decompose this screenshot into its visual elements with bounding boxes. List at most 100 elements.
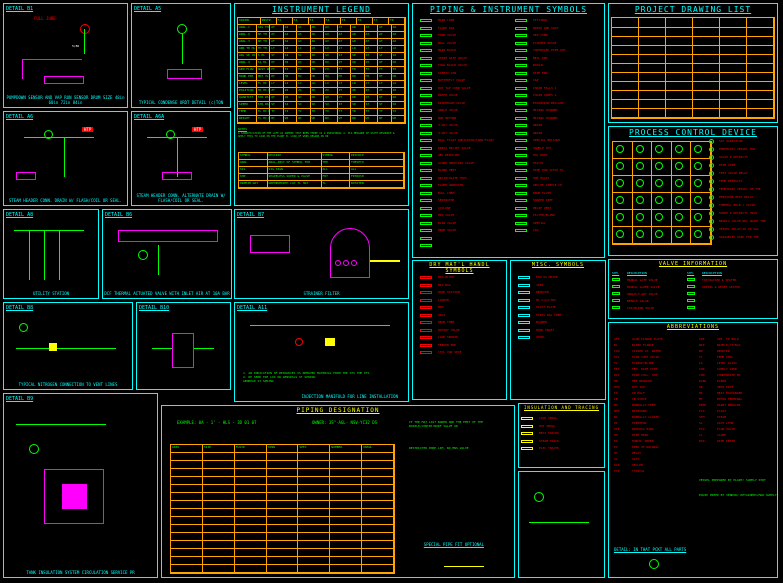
- pcd-row: [613, 227, 711, 244]
- insul-col: COLD INSUL.HOT INSUL.HEAT TRACEDSTEAM TR…: [539, 416, 559, 454]
- detail-a6-label: DETAIL A6: [6, 114, 33, 120]
- lh6: T5: [341, 18, 357, 24]
- symbol-row: SAFETY VAN: [438, 71, 508, 79]
- pdh0: [612, 18, 639, 27]
- symbol-row: DIAPHRAGM VALVE: [438, 101, 508, 109]
- b9-c: [29, 444, 39, 454]
- misc-symbols-header: MISC. SYMBOLS: [511, 261, 605, 269]
- symbol-row: MIXING CHANNEL: [533, 108, 603, 116]
- pdl-row: [612, 73, 774, 82]
- symbol-row: FOAM VALVE: [438, 33, 508, 41]
- panel-insulation: INSULATION AND TRACING COLD INSUL.HOT IN…: [518, 403, 605, 468]
- detail-a11-label: DETAIL A11: [237, 305, 267, 311]
- symbol-row: DRUM VALVE: [438, 228, 508, 236]
- pdc2: FLUID: [235, 445, 267, 452]
- panel-abbreviations: ABBREVIATIONS AFPALUM FLANGE PLATEBLBLIN…: [608, 322, 778, 578]
- pdc3: CONN: [267, 445, 299, 452]
- detail-b9-label: DETAIL B9: [6, 396, 33, 402]
- symbol-row: BOSSIL: [533, 63, 603, 71]
- pdl-row: [612, 64, 774, 73]
- a6a-caption: STEAM HEADER CONN. ALTERNATE DRAIN W/ FL…: [132, 193, 230, 203]
- panel-detail-b1: DETAIL B1 FULL JUBE 5/86 PUMPDOWN SENSOR…: [3, 3, 128, 108]
- symbol-row: FEEDER END: [438, 343, 461, 351]
- a8-caption: UTILITY STATION: [4, 291, 98, 296]
- symbol-row: HEAT TRACED: [539, 431, 559, 439]
- b9-h: [16, 424, 106, 425]
- a6a-block: [162, 172, 192, 180]
- symbol-row: BELL END: [533, 56, 603, 64]
- legend2-row: SIGSIG-SIGNALLALL: [239, 167, 404, 174]
- b1-full-jube: FULL JUBE: [34, 16, 56, 21]
- symbol-row: PILOT PLATE: [536, 305, 561, 313]
- legend-notes-label: NOTES: [238, 127, 247, 131]
- b7-box: [250, 235, 290, 253]
- pd-row: [171, 509, 394, 517]
- symbol-row: FITTINGS: [533, 18, 603, 26]
- symbol-row: REAR TUBE: [438, 320, 461, 328]
- pcd-desc: SHAPE & RETRACTS HIGH: [719, 211, 775, 219]
- a11-main: [250, 325, 390, 326]
- a6-drop: [64, 137, 65, 177]
- b6-caption: DCF THERMAL ACTUATED VALVE WITH INLET AI…: [103, 291, 231, 296]
- pd-row: [171, 565, 394, 573]
- b1-pump-body: [22, 59, 82, 60]
- a5-stem: [182, 34, 183, 64]
- pd-row: [171, 541, 394, 549]
- lt2h3: DESCRIP: [350, 153, 404, 159]
- symbol-row: CONTROLED PIPE OUT: [533, 48, 603, 56]
- panel-detail-a6: DETAIL A6 HTP STEAM HEADER CONN. DRAIN W…: [3, 111, 128, 206]
- pcd-desc: VALVE & RETRACTS: [719, 155, 775, 163]
- symbol-row: PSV/PL: [533, 161, 603, 169]
- a6-htp: HTP: [82, 127, 93, 132]
- lh5: T4: [325, 18, 341, 24]
- panel-project-drawing: PROJECT DRAWING LIST: [608, 3, 778, 123]
- symbol-row: BIG BAG: [438, 283, 461, 291]
- b7-caption: STRAINER FILTER: [235, 291, 408, 296]
- pdh3: [693, 18, 720, 27]
- lh9: T8: [389, 18, 405, 24]
- fill-circ: [534, 492, 544, 502]
- symbol-row: FLAME ARRESTOR: [438, 183, 508, 191]
- detail-a5-label: DETAIL A5: [134, 6, 161, 12]
- symbol-row: KNIFE VALVE: [438, 93, 508, 101]
- pcd-row: [613, 210, 711, 227]
- symbol-row: NON RETURN: [438, 116, 508, 124]
- piping-symbols-header: PIPING & INSTRUMENT SYMBOLS: [413, 4, 604, 15]
- symbol-row: HOSE STATION: [438, 290, 461, 298]
- pdc1: SIZE: [203, 445, 235, 452]
- insulation-header: INSULATION AND TRACING: [519, 404, 604, 411]
- piping-col1: MAIN LINEFLARE GASFOAM VALVEBALL VALVEMA…: [438, 18, 508, 251]
- symbol-row: BIN: [438, 305, 461, 313]
- pdl-row: [612, 91, 774, 100]
- b1-pump-v: [22, 59, 23, 79]
- dry-col: BIN BLOCKBIG BAGHOSE STATIONLOADERBINSIL…: [438, 275, 461, 358]
- symbol-row: BIN BLOCK: [438, 275, 461, 283]
- pd-row: [171, 525, 394, 533]
- pd-flow: SPECIAL PIPE FIT OPTIONAL: [424, 542, 484, 547]
- legend-row: ANAL-2SH THATAIACAKAVATARATATAX: [238, 32, 405, 39]
- lh3: T2: [293, 18, 309, 24]
- legend2-row: ANALANAL-INST OF SYMBOL FORTHETHESETO: [239, 160, 404, 167]
- legend-row: ANAL-3SH THATAIACAKAVATARATATAX: [238, 39, 405, 46]
- detail-a8-label: DETAIL A8: [6, 212, 33, 218]
- b9-core: [62, 484, 87, 509]
- symbol-row: HOT TAP CONN VALVE: [438, 86, 508, 94]
- pcd-table: [612, 141, 712, 245]
- pd-row: [171, 461, 394, 469]
- legend-row: ANR TH HLTH THLTLILCLKLVLTLRLTLTLX: [238, 46, 405, 53]
- legend-row: QUANTITYSTR RSQTQIQCQKQVQTQRQTQTQX: [238, 95, 405, 102]
- pcd-row: [613, 159, 711, 176]
- symbol-row: MC Conn/TRS: [536, 298, 561, 306]
- b8-h: [16, 348, 116, 349]
- a8-h1: [14, 230, 84, 231]
- symbol-row: SEP CONN: [533, 33, 603, 41]
- pcd-desc: TEMP RETRACTS: [719, 179, 775, 187]
- vi-c2: DESCRIPTION: [627, 271, 687, 275]
- symbol-row: HOT INSUL.: [539, 424, 559, 432]
- b6-sym: [138, 250, 148, 260]
- abbr-row: PIPPIPE DEPTH: [699, 439, 777, 445]
- lh8: T7: [373, 18, 389, 24]
- symbol-row: MIXING CHANNEL: [533, 116, 603, 124]
- pdc6: INSUL: [362, 445, 394, 452]
- panel-piping-symbols: PIPING & INSTRUMENT SYMBOLS MAIN LINEFLA…: [412, 3, 605, 258]
